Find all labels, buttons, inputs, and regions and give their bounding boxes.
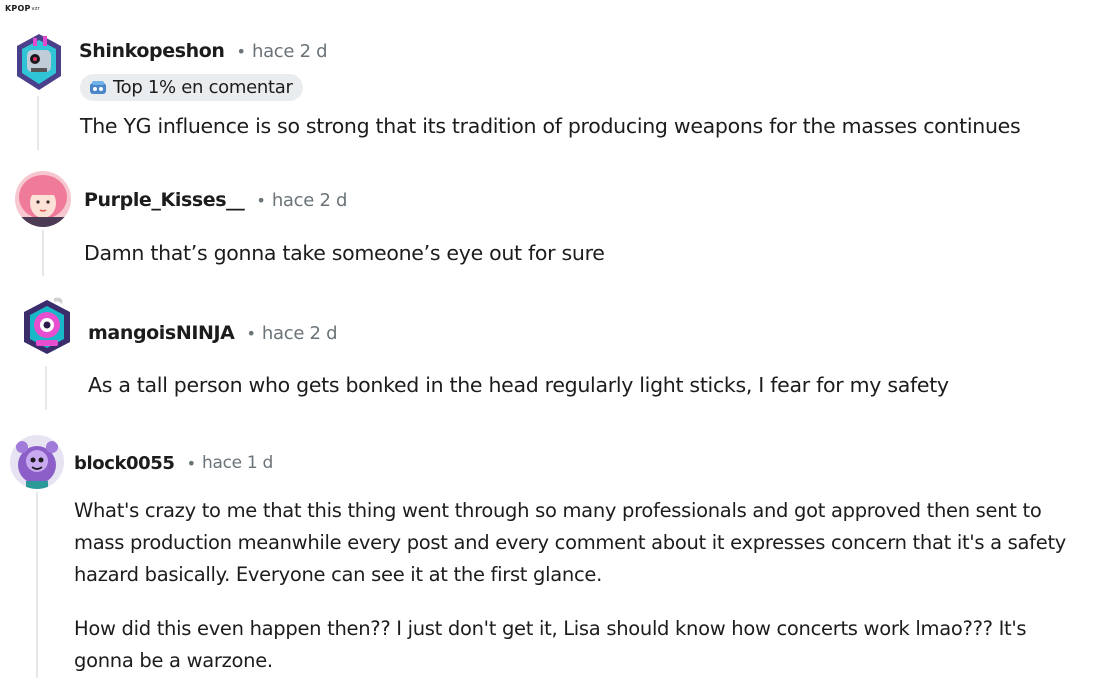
comment-line: hazard basically. Everyone can see it at…	[74, 563, 602, 586]
ninja-avatar-icon[interactable]	[20, 296, 74, 358]
comment-header: mangoisNINJA • hace 2 d	[88, 320, 338, 346]
comment-line: mass production meanwhile every post and…	[74, 531, 1067, 554]
separator-dot: •	[246, 323, 256, 343]
timestamp[interactable]: hace 2 d	[262, 323, 338, 344]
separator-dot: •	[236, 41, 246, 61]
badge-label: Top 1% en comentar	[113, 77, 293, 98]
thread-line[interactable]	[45, 366, 47, 410]
comment-line: The YG influence is so strong that its t…	[80, 114, 1021, 138]
commenter-badge[interactable]: Top 1% en comentar	[80, 74, 303, 101]
timestamp[interactable]: hace 1 d	[202, 453, 273, 473]
thread-line[interactable]	[42, 230, 44, 276]
comment-line: How did this even happen then?? I just d…	[74, 617, 1027, 640]
username[interactable]: Purple_Kisses__	[84, 189, 245, 211]
timestamp[interactable]: hace 2 d	[272, 190, 348, 211]
pink-hair-avatar-photo[interactable]	[15, 171, 71, 227]
separator-dot: •	[256, 190, 266, 210]
commenter-badge-icon	[90, 80, 106, 94]
comment-header: block0055 • hace 1 d	[74, 450, 273, 476]
comment-body: As a tall person who gets bonked in the …	[88, 369, 949, 401]
comment-line: Damn that’s gonna take someone’s eye out…	[84, 241, 605, 265]
username[interactable]: Shinkopeshon	[79, 40, 225, 62]
timestamp[interactable]: hace 2 d	[252, 41, 328, 62]
comment-body: What's crazy to me that this thing went …	[74, 495, 1066, 677]
username[interactable]: mangoisNINJA	[88, 322, 235, 344]
separator-dot: •	[186, 453, 196, 473]
username[interactable]: block0055	[74, 453, 175, 474]
thread-line[interactable]	[36, 492, 38, 678]
watermark-logo: KPOPvzr	[5, 4, 40, 13]
comment-header: Shinkopeshon • hace 2 d	[79, 38, 328, 64]
thread-line[interactable]	[37, 96, 39, 150]
robot-avatar-icon[interactable]	[13, 32, 65, 92]
comment-body: Damn that’s gonna take someone’s eye out…	[84, 237, 605, 269]
purple-creature-avatar-icon[interactable]	[10, 435, 64, 489]
comment-line: gonna be a warzone.	[74, 649, 273, 672]
comment-header: Purple_Kisses__ • hace 2 d	[84, 187, 347, 213]
comment-line: What's crazy to me that this thing went …	[74, 499, 1042, 522]
comment-line: As a tall person who gets bonked in the …	[88, 373, 949, 397]
comment-body: The YG influence is so strong that its t…	[80, 110, 1021, 142]
